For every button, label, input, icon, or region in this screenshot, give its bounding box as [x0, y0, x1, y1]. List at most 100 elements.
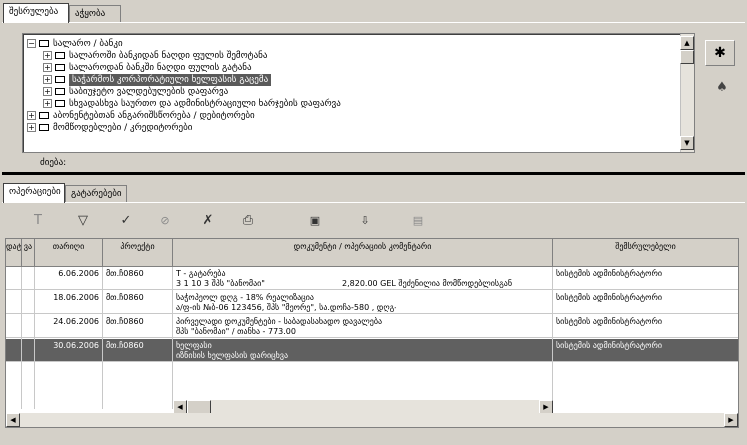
tab-entries[interactable]: გატარებები: [65, 185, 127, 203]
delete-icon[interactable]: ✗: [198, 212, 218, 230]
clear-filter-icon[interactable]: T: [28, 212, 48, 230]
collapse-icon[interactable]: −: [27, 39, 36, 48]
preview-icon[interactable]: ▣: [305, 212, 325, 230]
tree-item-label: მომწოდებლები / კრედიტორები: [53, 123, 193, 133]
column-header-project[interactable]: პროექტი: [103, 239, 173, 267]
cell-line2: იზნისის ხელფასის დარიცხვა: [176, 351, 288, 360]
table-row[interactable]: 30.06.2006 მთ.ჩ0860 ხელფასი სისტემის ადმინი…: [6, 339, 738, 362]
scroll-left-button[interactable]: ◀: [173, 400, 187, 414]
tab-operations-label: ოპერაციები: [9, 187, 61, 197]
cell-date: 6.06.2006: [58, 269, 99, 278]
column-header-project-label: პროექტი: [120, 242, 155, 251]
approve-icon[interactable]: ✓: [116, 212, 136, 230]
copy-icon[interactable]: ▤: [408, 212, 428, 230]
cell-line2: შპს "ბანომაი" / თანხა - 773.00: [176, 327, 296, 336]
tab-entries-label: გატარებები: [71, 189, 122, 199]
grid-divider: [552, 267, 553, 409]
column-header-date-label: თარიღი: [52, 242, 85, 251]
column-header-executor-label: შემსრულებელი: [615, 242, 676, 251]
tree-item-label: საჭარმოს კორპორატიული ხელფასის გაცემა: [69, 74, 272, 86]
folder-icon: [55, 64, 65, 71]
cell-line1: ხელფასი: [176, 341, 212, 350]
folder-icon: [55, 100, 65, 107]
expand-icon[interactable]: +: [27, 111, 36, 120]
mushroom-button[interactable]: ♠: [712, 78, 732, 98]
column-header-status1[interactable]: დატა: [6, 239, 22, 267]
grid-divider: [21, 267, 22, 409]
expand-icon[interactable]: +: [43, 75, 52, 84]
folder-icon: [55, 52, 65, 59]
description-scroll-thumb[interactable]: [187, 400, 211, 414]
search-label: ძიება:: [40, 158, 67, 168]
expand-icon[interactable]: +: [27, 123, 36, 132]
description-scrollbar[interactable]: ◀ ▶: [173, 400, 553, 414]
column-header-executor[interactable]: შემსრულებელი: [553, 239, 738, 267]
folder-icon: [39, 112, 49, 119]
operations-tree[interactable]: ▲ ▼ − სალარო / ბანკი + სალაროში ბანკიდან ნა…: [22, 33, 695, 153]
grid-divider: [34, 267, 35, 409]
cell-line2: ა/ფ-ის №ბ-06 123456, შპს "მეორე", სა.დოჩ…: [176, 303, 396, 312]
cell-date: 30.06.2006: [53, 341, 99, 350]
cell-line1: პირველადი დოკუმენტები - საბადასახადო დავ…: [176, 317, 383, 326]
tree-item-label: სალარო / ბანკი: [53, 39, 123, 49]
tab-execution[interactable]: შესრულება: [3, 3, 69, 23]
table-row[interactable]: 6.06.2006 მთ.ჩ0860 T - გატარება სისტემის ად…: [6, 267, 738, 290]
tree-item-label: სხვადასხვა საურთო და ადმინისტრაციული ხარ…: [69, 99, 341, 109]
folder-icon: [39, 40, 49, 47]
cell-executor: სისტემის ადმინისტრატორი: [556, 317, 662, 326]
splitter[interactable]: [2, 172, 745, 175]
cell-date: 18.06.2006: [53, 293, 99, 302]
operations-grid[interactable]: დატა ვა თარიღი პროექტი დოკუმენტი / ოპერა…: [5, 238, 739, 428]
grid-divider: [172, 267, 173, 409]
folder-icon: [39, 124, 49, 131]
column-header-status1-label: დატა: [6, 242, 22, 251]
table-row[interactable]: 18.06.2006 მთ.ჩ0860 საჭოპეოლ დღგ - 18% რეა…: [6, 291, 738, 314]
expand-icon[interactable]: +: [43, 63, 52, 72]
folder-icon: [55, 88, 65, 95]
cell-executor: სისტემის ადმინისტრატორი: [556, 269, 662, 278]
expand-icon[interactable]: +: [43, 99, 52, 108]
grid-divider: [102, 267, 103, 409]
tab-operations[interactable]: ოპერაციები: [3, 183, 65, 203]
tree-item-label: სალაროდან ბანკში ნაღდი ფულის გატანა: [69, 63, 252, 73]
tab-settings-label: აჭყობა: [75, 9, 106, 19]
search-input[interactable]: [75, 155, 695, 169]
filter-icon[interactable]: ▽: [73, 212, 93, 230]
cell-project: მთ.ჩ0860: [106, 317, 144, 326]
tab-settings[interactable]: აჭყობა: [69, 5, 121, 23]
cell-amount: 2,820.00 GEL შეძენილია მომწოდებლისგან: [342, 279, 512, 288]
scroll-up-button[interactable]: ▲: [680, 36, 694, 50]
column-header-status2-label: ვა: [23, 242, 33, 251]
cell-project: მთ.ჩ0860: [106, 341, 144, 350]
cell-executor: სისტემის ადმინისტრატორი: [556, 341, 662, 350]
print-icon[interactable]: ⎙: [238, 212, 258, 230]
cell-project: მთ.ჩ0860: [106, 269, 144, 278]
cell-project: მთ.ჩ0860: [106, 293, 144, 302]
pause-icon[interactable]: ⊘: [155, 212, 175, 230]
bug-button[interactable]: ✱: [705, 40, 735, 66]
scroll-thumb[interactable]: [680, 50, 694, 64]
mushroom-icon: ♠: [716, 80, 728, 95]
grid-scroll-left-button[interactable]: ◀: [6, 413, 20, 427]
cell-date: 24.06.2006: [53, 317, 99, 326]
scroll-down-button[interactable]: ▼: [680, 136, 694, 150]
export-icon[interactable]: ⇩: [355, 212, 375, 230]
column-header-description[interactable]: დოკუმენტი / ოპერაციის კომენტარი: [173, 239, 553, 267]
column-header-status2[interactable]: ვა: [22, 239, 35, 267]
bottom-panel-line: [2, 202, 745, 203]
folder-icon: [55, 76, 65, 83]
column-header-description-label: დოკუმენტი / ოპერაციის კომენტარი: [293, 242, 432, 251]
tree-vertical-scrollbar[interactable]: ▲ ▼: [680, 34, 694, 152]
grid-scroll-right-button[interactable]: ▶: [724, 413, 738, 427]
expand-icon[interactable]: +: [43, 51, 52, 60]
column-header-date[interactable]: თარიღი: [35, 239, 103, 267]
tree-item-label: სალაროში ბანკიდან ნაღდი ფულის შემოტანა: [69, 51, 268, 61]
scroll-right-button[interactable]: ▶: [539, 400, 553, 414]
grid-horizontal-scrollbar[interactable]: ◀ ▶: [6, 413, 738, 427]
expand-icon[interactable]: +: [43, 87, 52, 96]
table-row[interactable]: 24.06.2006 მთ.ჩ0860 პირველადი დოკუმენტები …: [6, 315, 738, 338]
cell-line1: T - გატარება: [176, 269, 226, 278]
tree-item-label: აბონენტებთან ანგარიშსწორება / დებიტორები: [53, 111, 255, 121]
tree-item-label: საბიუჯეტო ვალდებულების დაფარვა: [69, 87, 229, 97]
tab-execution-label: შესრულება: [9, 7, 59, 17]
